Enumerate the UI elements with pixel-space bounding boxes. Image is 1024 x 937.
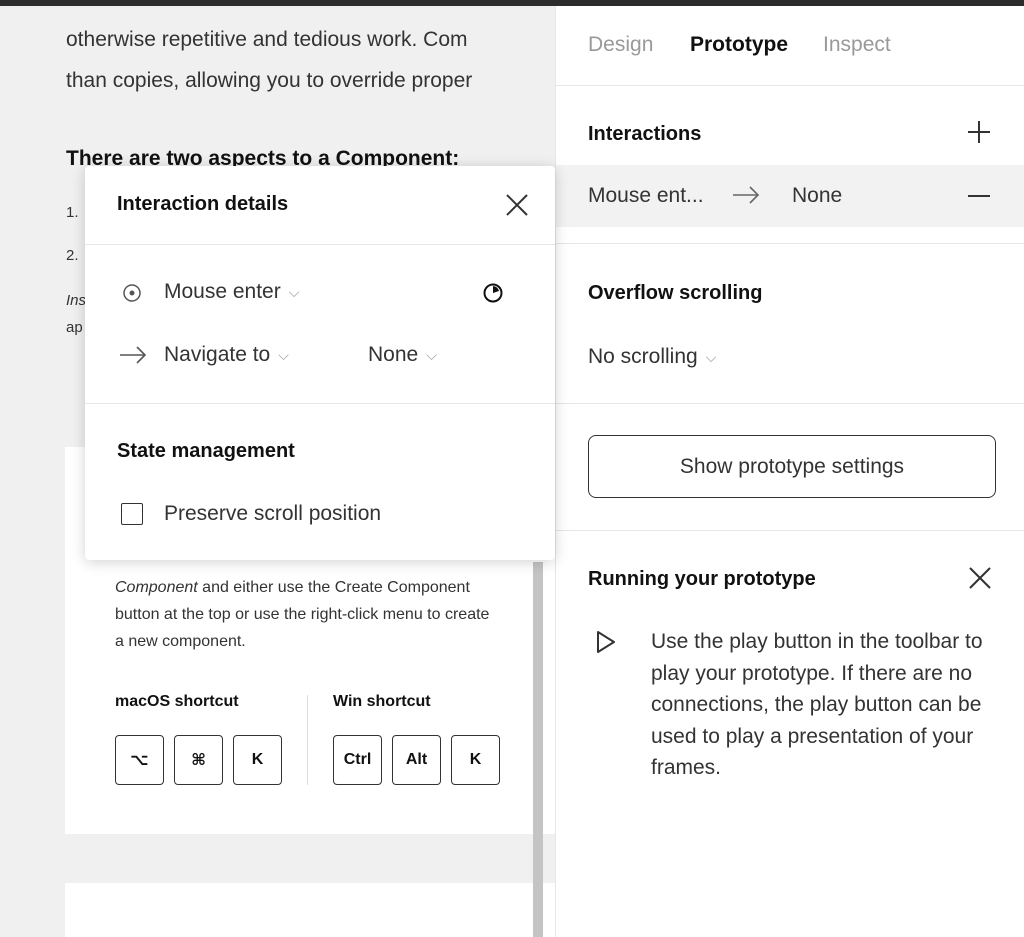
action-value: Navigate to: [164, 343, 271, 366]
doc-list-item: 1.: [66, 204, 79, 221]
interaction-row[interactable]: Mouse ent... None: [556, 165, 1024, 227]
win-shortcut-label: Win shortcut: [333, 693, 431, 710]
destination-value: None: [368, 343, 419, 366]
card-text-line: a new component.: [115, 633, 246, 650]
trigger-target-icon: [123, 284, 141, 302]
trigger-dropdown[interactable]: Mouse enter ⌵: [164, 280, 299, 304]
popover-title: Interaction details: [117, 193, 289, 215]
card-text-rest: and either use the Create Component: [197, 579, 470, 596]
properties-panel: Design Prototype Inspect Interactions Mo…: [555, 6, 1024, 937]
shortcut-divider: [307, 695, 308, 785]
card-text-italic: Component: [115, 579, 198, 596]
canvas-scrollbar[interactable]: [533, 562, 543, 937]
doc-text-line: than copies, allowing you to override pr…: [66, 69, 473, 92]
overflow-dropdown[interactable]: No scrolling ⌵: [588, 345, 716, 369]
macos-shortcut-label: macOS shortcut: [115, 693, 239, 710]
overflow-title: Overflow scrolling: [588, 282, 763, 304]
arrow-right-icon: [733, 186, 760, 204]
destination-dropdown[interactable]: None ⌵: [368, 343, 437, 367]
timer-icon[interactable]: [482, 282, 504, 304]
chevron-down-icon: ⌵: [278, 346, 289, 363]
close-icon[interactable]: [968, 566, 992, 590]
show-prototype-settings-button[interactable]: Show prototype settings: [588, 435, 996, 498]
key-ctrl: Ctrl: [333, 735, 382, 785]
card-text-line: Component and either use the Create Comp…: [115, 574, 470, 601]
key-k: K: [451, 735, 500, 785]
trigger-value: Mouse enter: [164, 280, 281, 303]
interaction-details-popover: Interaction details Mouse enter ⌵ Navigat…: [85, 166, 555, 560]
play-icon: [597, 631, 615, 653]
arrow-right-icon: [120, 346, 147, 364]
section-divider: [556, 530, 1024, 531]
tab-prototype[interactable]: Prototype: [690, 33, 788, 57]
card-text-line: button at the top or use the right-click…: [115, 606, 490, 623]
interaction-trigger: Mouse ent...: [588, 184, 704, 207]
state-management-title: State management: [117, 440, 295, 462]
preserve-scroll-label[interactable]: Preserve scroll position: [164, 502, 381, 526]
chevron-down-icon: ⌵: [426, 346, 437, 363]
section-divider: [556, 403, 1024, 404]
interaction-destination: None: [792, 184, 843, 207]
content-card: [65, 883, 555, 937]
doc-list-item: 2.: [66, 247, 79, 264]
overflow-value: No scrolling: [588, 345, 698, 368]
action-dropdown[interactable]: Navigate to ⌵: [164, 343, 289, 367]
doc-text-fragment: ap: [66, 319, 83, 336]
minus-icon[interactable]: [968, 195, 990, 197]
running-prototype-title: Running your prototype: [588, 568, 816, 590]
chevron-down-icon: ⌵: [288, 283, 300, 300]
preserve-scroll-checkbox[interactable]: [121, 503, 143, 525]
running-prototype-description: Use the play button in the toolbar to pl…: [651, 630, 983, 779]
interactions-title: Interactions: [588, 123, 702, 145]
key-k: K: [233, 735, 282, 785]
plus-icon[interactable]: [966, 119, 992, 145]
doc-italic-text: Ins: [66, 292, 87, 309]
tab-inspect[interactable]: Inspect: [823, 33, 891, 57]
panel-tabs: Design Prototype Inspect: [556, 6, 1024, 86]
popover-divider: [85, 403, 555, 404]
key-option: ⌥: [115, 735, 164, 785]
key-command: ⌘: [174, 735, 223, 785]
section-divider: [556, 243, 1024, 244]
chevron-down-icon: ⌵: [705, 348, 717, 365]
key-alt: Alt: [392, 735, 441, 785]
doc-text-line: otherwise repetitive and tedious work. C…: [66, 28, 468, 51]
popover-divider: [85, 244, 555, 245]
tab-design[interactable]: Design: [588, 33, 653, 57]
close-icon[interactable]: [505, 193, 529, 217]
